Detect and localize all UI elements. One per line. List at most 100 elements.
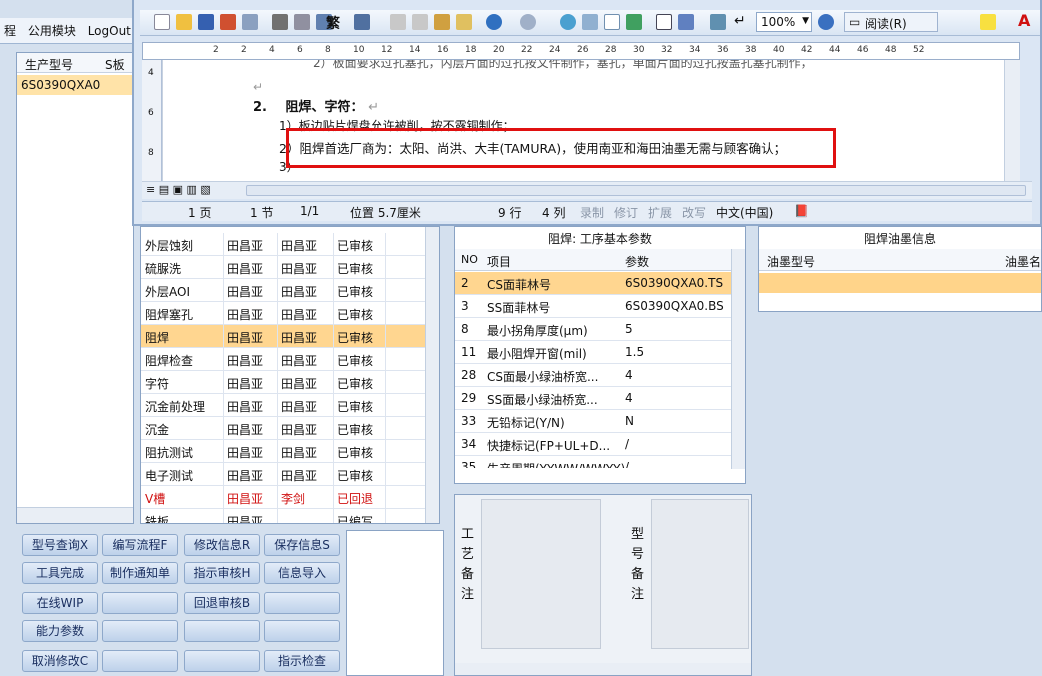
permission-icon[interactable] [220,14,236,30]
action-button[interactable] [264,620,340,642]
process-row[interactable]: 字符 田昌亚 田昌亚 已审核 [141,371,425,394]
email-icon[interactable] [242,14,258,30]
save-icon[interactable] [198,14,214,30]
params-header-value[interactable]: 参数 [625,253,649,270]
hscroll-thumb[interactable] [246,185,1026,196]
action-button[interactable] [102,650,178,672]
horizontal-ruler[interactable]: 2 2 4 6 8 10 12 14 16 18 20 22 24 26 28 30 32 34 36 38 40 42 4… [142,42,1020,60]
action-button[interactable]: 保存信息S [264,534,340,556]
status-overwrite[interactable]: 改写 [682,204,706,221]
hyperlink-icon[interactable] [560,14,576,30]
spelling-status-icon[interactable]: 📕 [794,204,809,218]
params-header-item[interactable]: 项目 [487,253,511,270]
help-icon[interactable] [818,14,834,30]
process-notes-box[interactable] [481,499,601,649]
drawing-icon[interactable] [678,14,694,30]
process-row[interactable]: 阻焊检查 田昌亚 田昌亚 已审核 [141,348,425,371]
action-button[interactable]: 制作通知单 [102,562,178,584]
action-button[interactable]: 能力参数 [22,620,98,642]
undo-icon[interactable] [486,14,502,30]
process-row[interactable]: V槽 田昌亚 李剑 已回退 [141,486,425,509]
action-button[interactable] [264,592,340,614]
cell-divider [333,256,334,279]
param-row[interactable]: 2 CS面菲林号 6S0390QXA0.TS [455,272,731,295]
action-button[interactable]: 编写流程F [102,534,178,556]
header-product-model[interactable]: 生产型号 [25,56,73,73]
model-notes-box[interactable] [651,499,749,649]
doc-map-icon[interactable] [710,14,726,30]
process-row[interactable]: 阻焊塞孔 田昌亚 田昌亚 已审核 [141,302,425,325]
excel-icon[interactable] [626,14,642,30]
process-row[interactable]: 铣板 田昌亚 已编写 [141,509,425,523]
process-row[interactable]: 硫脲洗 田昌亚 田昌亚 已审核 [141,256,425,279]
status-revision[interactable]: 修订 [614,204,638,221]
ink-header-name[interactable]: 油墨名 [1005,253,1041,270]
status-record[interactable]: 录制 [580,204,604,221]
action-button[interactable]: 在线WIP [22,592,98,614]
tables-icon[interactable] [582,14,598,30]
action-button[interactable]: 指示检查 [264,650,340,672]
action-button[interactable] [184,620,260,642]
process-row[interactable]: 沉金 田昌亚 田昌亚 已审核 [141,417,425,440]
print-icon[interactable] [272,14,288,30]
param-row[interactable]: 3 SS面菲林号 6S0390QXA0.BS [455,295,731,318]
new-doc-icon[interactable] [154,14,170,30]
action-button[interactable]: 指示审核H [184,562,260,584]
action-button[interactable]: 回退审核B [184,592,260,614]
highlight-icon[interactable] [980,14,996,30]
action-button[interactable] [184,650,260,672]
insert-table-icon[interactable] [604,14,620,30]
open-icon[interactable] [176,14,192,30]
notes-hscroll[interactable] [455,663,751,675]
process-row[interactable]: 沉金前处理 田昌亚 田昌亚 已审核 [141,394,425,417]
process-row[interactable]: 阻抗测试 田昌亚 田昌亚 已审核 [141,440,425,463]
param-row[interactable]: 28 CS面最小绿油桥宽... 4 [455,364,731,387]
zoom-select[interactable]: 100% ▼ [756,12,812,32]
params-header-no[interactable]: NO [461,253,478,266]
spelling-icon[interactable] [354,14,370,30]
doc-hscroll[interactable]: ≡ ▤ ▣ ▥ ▧ [142,181,1032,199]
header-s-board[interactable]: S板 [105,56,125,73]
param-row[interactable]: 33 无铅标记(Y/N) N [455,410,731,433]
show-hide-icon[interactable]: ↵ [734,13,746,29]
param-row[interactable]: 29 SS面最小绿油桥宽... 4 [455,387,731,410]
action-button[interactable]: 型号查询X [22,534,98,556]
params-vscroll[interactable] [731,249,745,469]
menu-partial[interactable]: 程 [0,18,20,43]
print-preview-icon[interactable] [294,14,310,30]
doc-vscroll[interactable] [1004,60,1020,181]
action-button[interactable]: 取消修改C [22,650,98,672]
action-button[interactable]: 工具完成 [22,562,98,584]
action-button[interactable]: 信息导入 [264,562,340,584]
param-row[interactable]: 34 快捷标记(FP+UL+D... / [455,433,731,456]
menu-public-module[interactable]: 公用模块 [24,18,80,43]
format-painter-icon[interactable] [456,14,472,30]
view-buttons[interactable]: ≡ ▤ ▣ ▥ ▧ [146,183,211,196]
process-row[interactable]: 电子测试 田昌亚 田昌亚 已审核 [141,463,425,486]
process-row[interactable]: 外层AOI 田昌亚 田昌亚 已审核 [141,279,425,302]
param-row[interactable]: 8 最小拐角厚度(μm) 5 [455,318,731,341]
reading-mode-button[interactable]: ▭ 阅读(R) [844,12,938,32]
menu-logout[interactable]: LogOut [84,20,135,42]
action-button[interactable] [102,592,178,614]
param-row[interactable]: 35 生产周期(YYWW/WWYY)/ [455,456,731,468]
action-button[interactable]: 修改信息R [184,534,260,556]
product-row-selected[interactable]: 6S0390QXA0 [17,75,133,95]
cut-icon[interactable] [390,14,406,30]
font-color-icon[interactable]: A [1018,11,1030,30]
vertical-ruler[interactable]: 4 6 8 [142,60,162,181]
product-hscroll[interactable] [17,507,133,523]
columns-icon[interactable] [656,14,672,30]
action-button[interactable] [102,620,178,642]
traditional-chinese-icon[interactable]: 繁 [326,13,340,33]
param-row[interactable]: 11 最小阻焊开窗(mil) 1.5 [455,341,731,364]
process-row[interactable]: 外层蚀刻 田昌亚 田昌亚 已审核 [141,233,425,256]
status-extend[interactable]: 扩展 [648,204,672,221]
redo-icon[interactable] [520,14,536,30]
ink-row-selected[interactable] [759,273,1041,293]
ink-header-model[interactable]: 油墨型号 [767,253,815,270]
process-row[interactable]: 阻焊 田昌亚 田昌亚 已审核 [141,325,425,348]
paste-icon[interactable] [434,14,450,30]
process-vscroll[interactable] [425,227,439,523]
copy-icon[interactable] [412,14,428,30]
